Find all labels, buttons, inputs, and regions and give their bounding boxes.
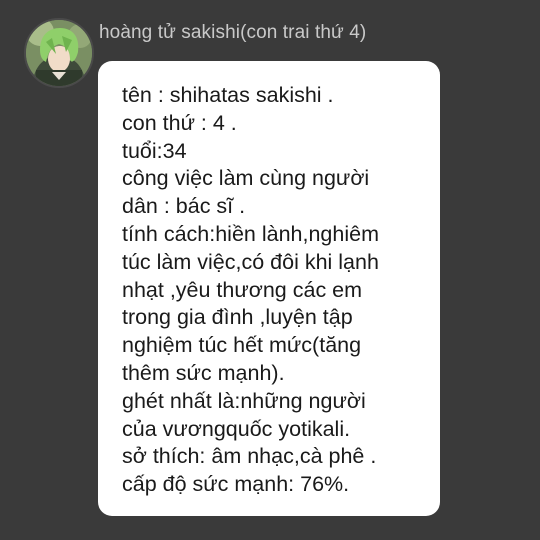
message-line: tuổi:34 xyxy=(122,138,187,163)
avatar-icon xyxy=(26,20,92,86)
message-line: tên : shihatas sakishi . xyxy=(122,83,334,107)
message-line: cấp độ sức mạnh: 76%. xyxy=(122,472,350,497)
message-line: con thứ : 4 . xyxy=(122,110,237,135)
sender-avatar[interactable] xyxy=(24,18,94,88)
message-line: trong gia đình ,luyện tập xyxy=(122,305,353,330)
message-line: tính cách:hiền lành,nghiêm xyxy=(122,221,379,246)
sender-name: hoàng tử sakishi(con trai thứ 4) xyxy=(99,22,367,43)
message-line: dân : bác sĩ . xyxy=(122,194,246,219)
message-line: của vươngquốc yotikali. xyxy=(122,416,351,441)
message-line: thêm sức mạnh). xyxy=(122,360,285,385)
message-line: sở thích: âm nhạc,cà phê . xyxy=(122,444,377,469)
message-bubble[interactable]: tên : shihatas sakishi . con thứ : 4 . t… xyxy=(98,61,440,516)
message-line: ghét nhất là:những người xyxy=(122,388,366,413)
message-line: công việc làm cùng người xyxy=(122,166,370,191)
message-line: túc làm việc,có đôi khi lạnh xyxy=(122,249,379,274)
message-line: nghiệm túc hết mức(tăng xyxy=(122,333,362,358)
message-line: nhạt ,yêu thương các em xyxy=(122,277,363,302)
